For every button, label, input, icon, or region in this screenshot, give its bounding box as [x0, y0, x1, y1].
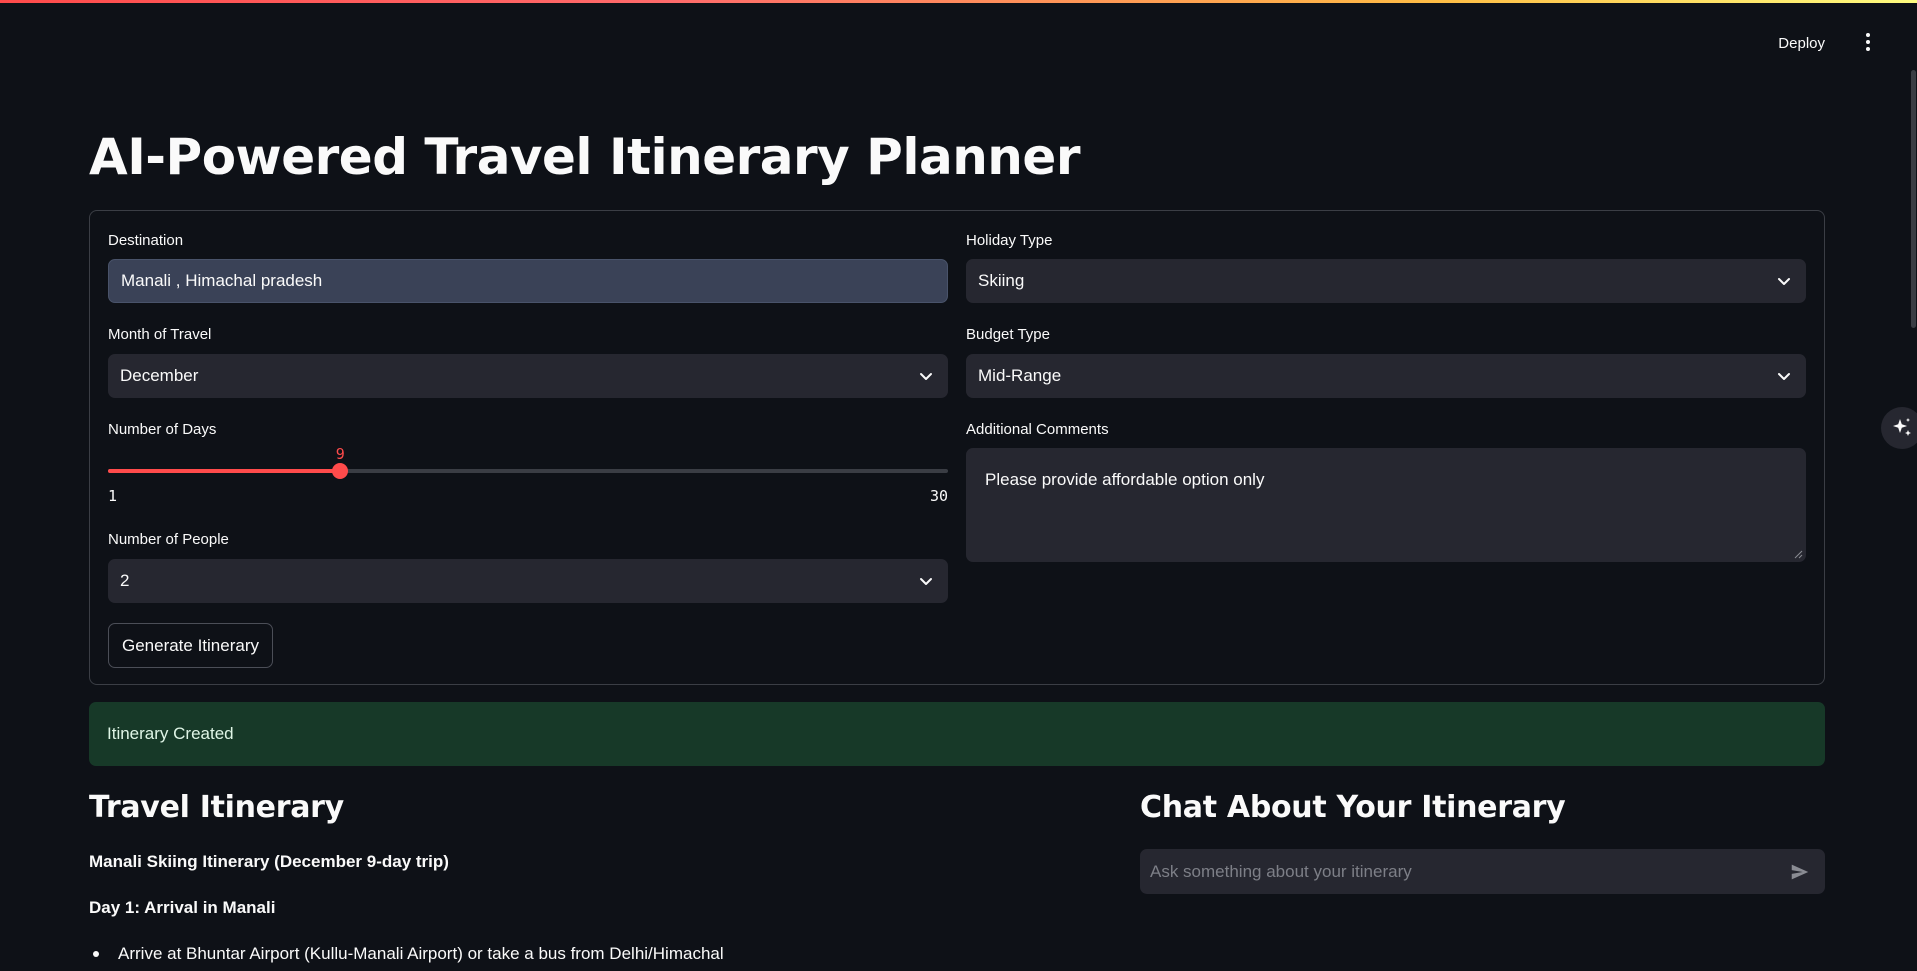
month-value: December	[120, 366, 199, 385]
comments-textarea[interactable]: Please provide affordable option only	[966, 448, 1806, 562]
chevron-down-icon	[1778, 278, 1790, 285]
bullet-icon	[93, 951, 99, 957]
holiday-type-value: Skiing	[978, 271, 1025, 290]
days-slider[interactable]: 9	[108, 445, 948, 485]
chat-input-placeholder: Ask something about your itinerary	[1150, 861, 1412, 881]
days-min-label: 1	[108, 487, 118, 505]
destination-label: Destination	[108, 232, 184, 249]
chevron-down-icon	[920, 578, 932, 585]
month-label: Month of Travel	[108, 326, 212, 343]
resize-handle-icon[interactable]	[1793, 549, 1803, 559]
slider-thumb[interactable]	[331, 463, 348, 479]
chevron-down-icon	[920, 373, 932, 380]
destination-value: Manali , Himachal pradesh	[121, 271, 323, 290]
chat-input[interactable]: Ask something about your itinerary	[1140, 849, 1825, 894]
people-select[interactable]: 2	[108, 559, 948, 603]
sparkle-icon	[1893, 418, 1911, 436]
comments-value: Please provide affordable option only	[985, 470, 1265, 489]
itinerary-heading: Travel Itinerary	[89, 790, 344, 825]
month-select[interactable]: December	[108, 354, 948, 398]
itinerary-day-heading: Day 1: Arrival in Manali	[89, 898, 276, 917]
page-scrollbar[interactable]	[1911, 70, 1916, 328]
deploy-button[interactable]: Deploy	[1770, 29, 1833, 58]
people-value: 2	[120, 571, 130, 590]
ai-sparkle-button[interactable]	[1881, 407, 1917, 449]
chat-heading: Chat About Your Itinerary	[1140, 790, 1566, 825]
vertical-ellipsis-icon[interactable]	[1853, 27, 1883, 57]
success-message: Itinerary Created	[107, 724, 234, 743]
app-header: Deploy	[0, 3, 1917, 81]
slider-fill	[108, 469, 340, 473]
holiday-type-label: Holiday Type	[966, 232, 1053, 249]
list-item: Arrive at Bhuntar Airport (Kullu-Manali …	[89, 944, 724, 964]
slider-track[interactable]	[108, 463, 948, 479]
success-alert: Itinerary Created	[89, 702, 1825, 766]
destination-input[interactable]: Manali , Himachal pradesh	[108, 259, 948, 303]
itinerary-form: Destination Manali , Himachal pradesh Ho…	[89, 210, 1825, 685]
days-label: Number of Days	[108, 421, 217, 438]
comments-label: Additional Comments	[966, 421, 1109, 438]
holiday-type-select[interactable]: Skiing	[966, 259, 1806, 303]
people-label: Number of People	[108, 531, 229, 548]
budget-type-value: Mid-Range	[978, 366, 1062, 385]
budget-type-select[interactable]: Mid-Range	[966, 354, 1806, 398]
budget-type-label: Budget Type	[966, 326, 1050, 343]
itinerary-title: Manali Skiing Itinerary (December 9-day …	[89, 852, 449, 871]
days-max-label: 30	[930, 487, 949, 505]
list-item-text: Arrive at Bhuntar Airport (Kullu-Manali …	[118, 944, 724, 963]
days-slider-value: 9	[335, 445, 345, 463]
page-title: AI-Powered Travel Itinerary Planner	[89, 128, 1080, 186]
send-icon[interactable]	[1789, 861, 1811, 883]
chevron-down-icon	[1778, 373, 1790, 380]
generate-itinerary-button[interactable]: Generate Itinerary	[108, 623, 273, 668]
